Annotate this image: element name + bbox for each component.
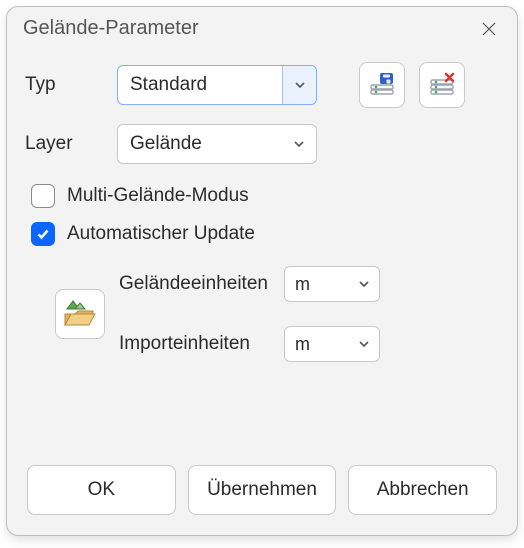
- terrain-units-label: Geländeeinheiten: [119, 273, 268, 295]
- auto-update-label: Automatischer Update: [67, 223, 255, 245]
- check-icon: [36, 227, 50, 241]
- delete-preset-button[interactable]: [419, 62, 465, 108]
- apply-button[interactable]: Übernehmen: [188, 465, 337, 515]
- cancel-button[interactable]: Abbrechen: [348, 465, 497, 515]
- chevron-down-icon: [293, 138, 305, 150]
- terrain-units-value: m: [285, 274, 349, 295]
- apply-button-label: Übernehmen: [207, 479, 317, 501]
- delete-database-icon: [428, 71, 456, 99]
- row-layer: Layer Gelände: [25, 124, 499, 164]
- titlebar: Gelände-Parameter: [7, 7, 517, 48]
- ok-button-label: OK: [88, 479, 115, 501]
- dialog-title: Gelände-Parameter: [23, 17, 199, 40]
- import-units-label: Importeinheiten: [119, 333, 268, 355]
- cancel-button-label: Abbrechen: [377, 479, 469, 501]
- row-typ: Typ Standard: [25, 62, 499, 108]
- layer-value: Gelände: [118, 133, 282, 155]
- layer-label: Layer: [25, 133, 103, 155]
- close-icon: [481, 21, 497, 37]
- save-preset-button[interactable]: [359, 62, 405, 108]
- import-units-combobox[interactable]: m: [284, 326, 380, 362]
- typ-label: Typ: [25, 74, 103, 96]
- chevron-down-icon: [294, 79, 306, 91]
- multi-mode-label: Multi-Gelände-Modus: [67, 185, 249, 207]
- close-button[interactable]: [471, 13, 507, 45]
- dialog-body: Typ Standard: [7, 48, 517, 535]
- terrain-folder-button[interactable]: [55, 289, 105, 339]
- multi-mode-row: Multi-Gelände-Modus: [25, 184, 499, 208]
- ok-button[interactable]: OK: [27, 465, 176, 515]
- auto-update-checkbox[interactable]: [31, 222, 55, 246]
- typ-value: Standard: [118, 74, 282, 96]
- typ-dropdown-button[interactable]: [282, 66, 316, 104]
- dialog-window: Gelände-Parameter Typ Standard: [6, 6, 518, 536]
- terrain-units-combobox[interactable]: m: [284, 266, 380, 302]
- dialog-footer: OK Übernehmen Abbrechen: [25, 465, 499, 517]
- units-grid: Geländeeinheiten m Importeinheiten m: [119, 266, 380, 362]
- multi-mode-checkbox[interactable]: [31, 184, 55, 208]
- auto-update-row: Automatischer Update: [25, 222, 499, 246]
- chevron-down-icon: [358, 338, 370, 350]
- import-units-value: m: [285, 334, 349, 355]
- layer-combobox[interactable]: Gelände: [117, 124, 317, 164]
- units-block: Geländeeinheiten m Importeinheiten m: [25, 262, 499, 362]
- terrain-folder-icon: [63, 299, 97, 329]
- layer-dropdown-button[interactable]: [282, 125, 316, 163]
- typ-combobox[interactable]: Standard: [117, 65, 317, 105]
- save-database-icon: [368, 71, 396, 99]
- chevron-down-icon: [358, 278, 370, 290]
